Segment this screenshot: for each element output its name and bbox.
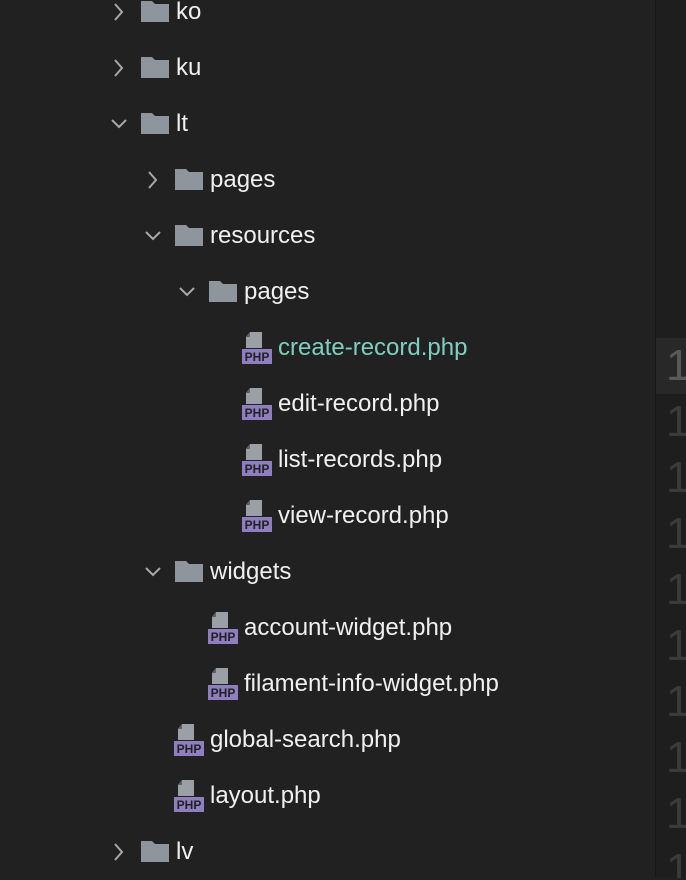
- php-file-icon: PHP: [174, 780, 204, 812]
- gutter-line: 1: [656, 730, 686, 786]
- gutter-line: 1: [656, 338, 686, 394]
- tree-item-label: view-record.php: [278, 502, 449, 529]
- chevron-down-icon[interactable]: [144, 561, 162, 583]
- svg-text:PHP: PHP: [177, 798, 202, 812]
- tree-item-label: account-widget.php: [244, 614, 453, 641]
- tree-item-label: create-record.php: [278, 334, 468, 361]
- line-number: 1: [666, 509, 686, 558]
- tree-file-account-widget-php[interactable]: PHP account-widget.php: [0, 600, 655, 656]
- php-file-icon: PHP: [208, 612, 238, 644]
- tree-file-edit-record-php[interactable]: PHP edit-record.php: [0, 376, 655, 432]
- chevron-right-icon[interactable]: [110, 841, 128, 863]
- line-number: 1: [666, 845, 686, 879]
- svg-text:PHP: PHP: [245, 350, 270, 364]
- tree-file-create-record-php[interactable]: PHP create-record.php: [0, 320, 655, 376]
- line-number: 1: [666, 341, 686, 390]
- tree-file-view-record-php[interactable]: PHP view-record.php: [0, 488, 655, 544]
- tree-folder-pages[interactable]: pages: [0, 264, 655, 320]
- tree-folder-lt[interactable]: lt: [0, 96, 655, 152]
- chevron-down-icon[interactable]: [144, 225, 162, 247]
- line-number: 1: [666, 453, 686, 502]
- folder-icon: [141, 112, 169, 134]
- chevron-right-icon[interactable]: [110, 1, 128, 23]
- svg-text:PHP: PHP: [245, 518, 270, 532]
- folder-icon: [175, 168, 203, 190]
- tree-item-label: list-records.php: [278, 446, 443, 473]
- tree-folder-ku[interactable]: ku: [0, 40, 655, 96]
- folder-icon: [175, 224, 203, 246]
- svg-text:PHP: PHP: [211, 630, 236, 644]
- tree-item-label: ko: [176, 0, 202, 25]
- line-number: 1: [666, 789, 686, 838]
- file-explorer-sidebar: ko ku lt pages resources pages PHP create-recor…: [0, 0, 655, 878]
- tree-item-label: filament-info-widget.php: [244, 670, 499, 697]
- tree-file-global-search-php[interactable]: PHP global-search.php: [0, 712, 655, 768]
- chevron-right-icon[interactable]: [144, 169, 162, 191]
- php-file-icon: PHP: [208, 668, 238, 700]
- gutter-line: 1: [656, 674, 686, 730]
- gutter-line: 1: [656, 842, 686, 879]
- editor-gutter: 1 1 1 1 1 1 1 1 1 1: [656, 0, 686, 878]
- gutter-line: 1: [656, 562, 686, 618]
- tree-folder-pages[interactable]: pages: [0, 152, 655, 208]
- gutter-line: 1: [656, 506, 686, 562]
- php-file-icon: PHP: [242, 388, 272, 420]
- folder-icon: [141, 56, 169, 78]
- php-file-icon: PHP: [242, 444, 272, 476]
- gutter-line: 1: [656, 394, 686, 450]
- folder-icon: [175, 560, 203, 582]
- tree-folder-resources[interactable]: resources: [0, 208, 655, 264]
- svg-text:PHP: PHP: [177, 742, 202, 756]
- svg-text:PHP: PHP: [211, 686, 236, 700]
- php-file-icon: PHP: [242, 332, 272, 364]
- tree-folder-widgets[interactable]: widgets: [0, 544, 655, 600]
- tree-item-label: edit-record.php: [278, 390, 440, 417]
- tree-folder-lv[interactable]: lv: [0, 824, 655, 880]
- tree-item-label: resources: [210, 222, 316, 249]
- tree-folder-ko[interactable]: ko: [0, 0, 655, 40]
- gutter-line: 1: [656, 786, 686, 842]
- php-file-icon: PHP: [174, 724, 204, 756]
- tree-item-label: lv: [176, 838, 194, 865]
- tree-file-layout-php[interactable]: PHP layout.php: [0, 768, 655, 824]
- chevron-down-icon[interactable]: [110, 113, 128, 135]
- tree-item-label: ku: [176, 54, 202, 81]
- gutter-line: 1: [656, 618, 686, 674]
- php-file-icon: PHP: [242, 500, 272, 532]
- tree-item-label: pages: [244, 278, 310, 305]
- tree-item-label: global-search.php: [210, 726, 401, 753]
- line-number: 1: [666, 621, 686, 670]
- line-number: 1: [666, 397, 686, 446]
- chevron-down-icon[interactable]: [178, 281, 196, 303]
- tree-file-list-records-php[interactable]: PHP list-records.php: [0, 432, 655, 488]
- folder-icon: [141, 840, 169, 862]
- gutter-line: 1: [656, 450, 686, 506]
- tree-item-label: widgets: [210, 558, 292, 585]
- svg-text:PHP: PHP: [245, 406, 270, 420]
- tree-item-label: lt: [176, 110, 188, 137]
- svg-text:PHP: PHP: [245, 462, 270, 476]
- tree-file-filament-info-widget-php[interactable]: PHP filament-info-widget.php: [0, 656, 655, 712]
- line-number: 1: [666, 677, 686, 726]
- chevron-right-icon[interactable]: [110, 57, 128, 79]
- tree-item-label: pages: [210, 166, 276, 193]
- line-number: 1: [666, 733, 686, 782]
- line-number: 1: [666, 565, 686, 614]
- folder-icon: [141, 0, 169, 22]
- folder-icon: [209, 280, 237, 302]
- tree-item-label: layout.php: [210, 782, 321, 809]
